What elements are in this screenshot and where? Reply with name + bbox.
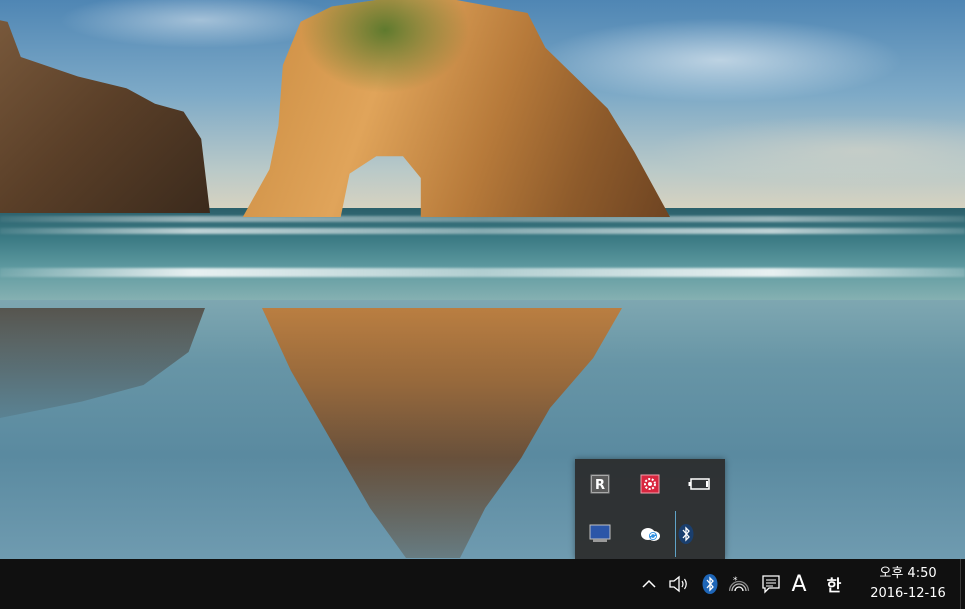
taskbar: * A 한 오후 4:50 2016-12-16 (0, 559, 965, 609)
show-hidden-icons-chevron[interactable] (638, 559, 660, 609)
svg-text:R: R (595, 478, 605, 493)
clock-time: 오후 4:50 (879, 566, 937, 581)
sea (0, 208, 965, 308)
desktop-wallpaper (0, 0, 965, 559)
settings-gear-app-icon[interactable] (625, 459, 675, 509)
svg-text:*: * (733, 576, 738, 586)
cloud-sync-icon[interactable] (625, 509, 675, 559)
system-clock[interactable]: 오후 4:50 2016-12-16 (858, 559, 958, 609)
action-center-notifications-icon[interactable] (758, 559, 784, 609)
tray-overflow-flyout: R (575, 459, 725, 559)
show-desktop-button[interactable] (960, 559, 965, 609)
display-monitor-icon[interactable] (575, 509, 625, 559)
taskbar-bluetooth-icon[interactable] (698, 559, 722, 609)
bluetooth-icon[interactable] (673, 509, 699, 559)
wifi-icon[interactable]: * (727, 559, 753, 609)
ime-input-mode[interactable]: A (786, 559, 812, 609)
battery-icon[interactable] (675, 459, 725, 509)
r-app-icon[interactable]: R (575, 459, 625, 509)
volume-icon[interactable] (666, 559, 692, 609)
ime-language-indicator[interactable]: 한 (820, 559, 848, 609)
clock-date: 2016-12-16 (870, 586, 946, 601)
